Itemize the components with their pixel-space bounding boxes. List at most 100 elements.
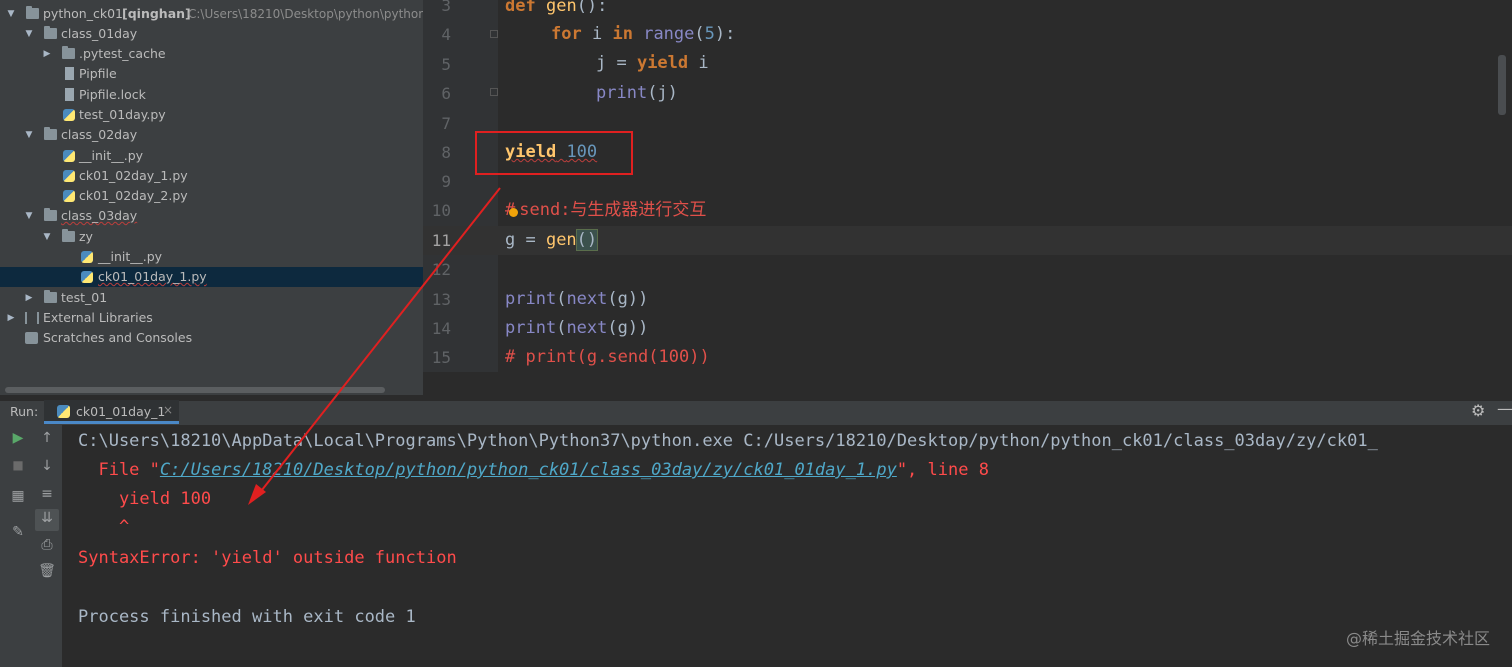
code-token: gen xyxy=(545,0,577,16)
code-token: i xyxy=(688,53,709,73)
line-number: 11 xyxy=(431,231,451,250)
gear-icon[interactable]: ⚙ xyxy=(1471,401,1485,420)
code-line-4[interactable]: for i in range(5): xyxy=(551,20,735,49)
tree-item-init-02[interactable]: __init__.py xyxy=(0,146,423,166)
tree-item-root[interactable]: ▼ python_ck01 [qinghan] C:\Users\18210\D… xyxy=(0,4,426,24)
console-code: yield 100 xyxy=(78,489,212,509)
folder-icon xyxy=(44,208,57,221)
tree-item-test-01day[interactable]: test_01day.py xyxy=(0,105,423,125)
tree-item-class-03day[interactable]: ▼ class_03day xyxy=(0,206,423,226)
editor-vertical-scrollbar[interactable] xyxy=(1498,55,1506,115)
code-token: ): xyxy=(714,24,736,44)
tree-horizontal-scrollbar[interactable] xyxy=(5,387,385,393)
chevron-down-icon[interactable]: ▼ xyxy=(24,206,34,226)
layout-icon[interactable]: ▦ xyxy=(8,488,28,504)
tree-item-pipfile[interactable]: Pipfile xyxy=(0,64,423,84)
code-token: 5 xyxy=(704,24,715,44)
lightbulb-icon[interactable] xyxy=(509,208,519,217)
python-file-icon xyxy=(63,150,75,162)
code-token: j = xyxy=(596,53,637,73)
line-number: 9 xyxy=(441,172,451,191)
fold-marker-icon[interactable] xyxy=(490,30,498,38)
code-line-10[interactable]: #send:与生成器进行交互 xyxy=(505,196,706,225)
library-icon xyxy=(25,312,39,324)
chevron-right-icon[interactable]: ▶ xyxy=(6,308,16,328)
console-file-link[interactable]: C:/Users/18210/Desktop/python/python_ck0… xyxy=(160,460,897,480)
code-token: (g)) xyxy=(607,289,649,309)
code-line-14[interactable]: print(next(g)) xyxy=(505,314,648,343)
python-file-icon xyxy=(63,190,75,202)
folder-icon xyxy=(62,229,75,242)
tree-item-zy[interactable]: ▼ zy xyxy=(0,227,423,247)
code-token: ( xyxy=(556,289,567,309)
tree-label: Pipfile.lock xyxy=(79,87,146,102)
line-number: 6 xyxy=(441,84,451,103)
code-token: ( xyxy=(694,24,705,44)
trash-icon[interactable]: 🗑 xyxy=(37,563,57,579)
tree-label: Scratches and Consoles xyxy=(43,330,193,345)
line-number: 8 xyxy=(441,143,451,162)
tree-item-pytest-cache[interactable]: ▶ .pytest_cache xyxy=(0,44,423,64)
tree-label: class_02day xyxy=(61,127,138,142)
minimize-icon[interactable]: — xyxy=(1497,399,1512,418)
console-command: C:\Users\18210\AppData\Local\Programs\Py… xyxy=(78,431,1378,451)
chevron-down-icon[interactable]: ▼ xyxy=(42,227,52,247)
code-token: gen xyxy=(545,230,577,250)
code-line-5[interactable]: j = yield i xyxy=(596,49,709,78)
code-token: print xyxy=(505,289,557,309)
pin-icon[interactable]: ✎ xyxy=(8,524,28,540)
scroll-to-end-icon[interactable]: ⇊ xyxy=(37,510,57,526)
tree-item-external-libraries[interactable]: ▶ External Libraries xyxy=(0,308,423,328)
fold-marker-icon[interactable] xyxy=(490,88,498,96)
chevron-down-icon[interactable]: ▼ xyxy=(24,24,34,44)
tree-item-ck01-02day-1[interactable]: ck01_02day_1.py xyxy=(0,166,423,186)
tree-label: class_03day xyxy=(61,208,138,223)
folder-icon xyxy=(62,46,75,59)
tree-item-pipfile-lock[interactable]: Pipfile.lock xyxy=(0,85,423,105)
code-line-13[interactable]: print(next(g)) xyxy=(505,285,648,314)
code-token: in xyxy=(612,24,633,44)
stop-icon[interactable]: ■ xyxy=(8,458,28,472)
soft-wrap-icon[interactable]: ≡ xyxy=(37,486,57,502)
tree-item-init-zy[interactable]: __init__.py xyxy=(0,247,423,267)
watermark: @稀土掘金技术社区 xyxy=(1345,629,1490,648)
print-icon[interactable]: ⎙ xyxy=(37,537,57,553)
code-token: (j) xyxy=(647,83,678,103)
tree-item-scratches[interactable]: Scratches and Consoles xyxy=(0,328,423,348)
chevron-down-icon[interactable]: ▼ xyxy=(6,4,16,24)
up-arrow-icon[interactable]: ↑ xyxy=(37,430,57,446)
tree-item-test-01[interactable]: ▶ test_01 xyxy=(0,288,423,308)
tree-label: ck01_02day_2.py xyxy=(79,188,188,203)
code-line-3[interactable]: def gen(): xyxy=(505,0,607,21)
root-user: [qinghan] xyxy=(122,6,191,21)
code-line-6[interactable]: print(j) xyxy=(596,79,678,108)
tree-label: ck01_02day_1.py xyxy=(79,168,188,183)
tree-item-ck01-01day-1[interactable]: ck01_01day_1.py xyxy=(0,267,423,287)
run-icon[interactable]: ▶ xyxy=(8,430,28,446)
run-tab-label: ck01_01day_1 xyxy=(76,404,166,419)
file-icon xyxy=(65,88,74,101)
chevron-right-icon[interactable]: ▶ xyxy=(42,44,52,64)
code-line-15[interactable]: # print(g.send(100)) xyxy=(505,343,710,372)
folder-icon xyxy=(44,290,57,303)
chevron-right-icon[interactable]: ▶ xyxy=(24,288,34,308)
tree-item-class-01day[interactable]: ▼ class_01day xyxy=(0,24,423,44)
console-file-line: File "C:/Users/18210/Desktop/python/pyth… xyxy=(78,457,988,483)
line-number: 5 xyxy=(441,55,451,74)
code-token: ( xyxy=(556,318,567,338)
code-token: for xyxy=(551,24,582,44)
chevron-down-icon[interactable]: ▼ xyxy=(24,125,34,145)
down-arrow-icon[interactable]: ↓ xyxy=(37,458,57,474)
python-file-icon xyxy=(63,109,75,121)
line-number: 15 xyxy=(431,348,451,367)
line-number: 3 xyxy=(441,0,451,15)
line-number: 4 xyxy=(441,25,451,44)
close-icon[interactable]: × xyxy=(163,403,173,417)
python-file-icon xyxy=(63,170,75,182)
code-line-11[interactable]: g = gen() xyxy=(505,226,599,255)
tree-item-class-02day[interactable]: ▼ class_02day xyxy=(0,125,423,145)
annotation-highlight-box xyxy=(475,131,633,175)
tree-label: .pytest_cache xyxy=(79,46,166,61)
line-number: 13 xyxy=(431,290,451,309)
tree-item-ck01-02day-2[interactable]: ck01_02day_2.py xyxy=(0,186,423,206)
